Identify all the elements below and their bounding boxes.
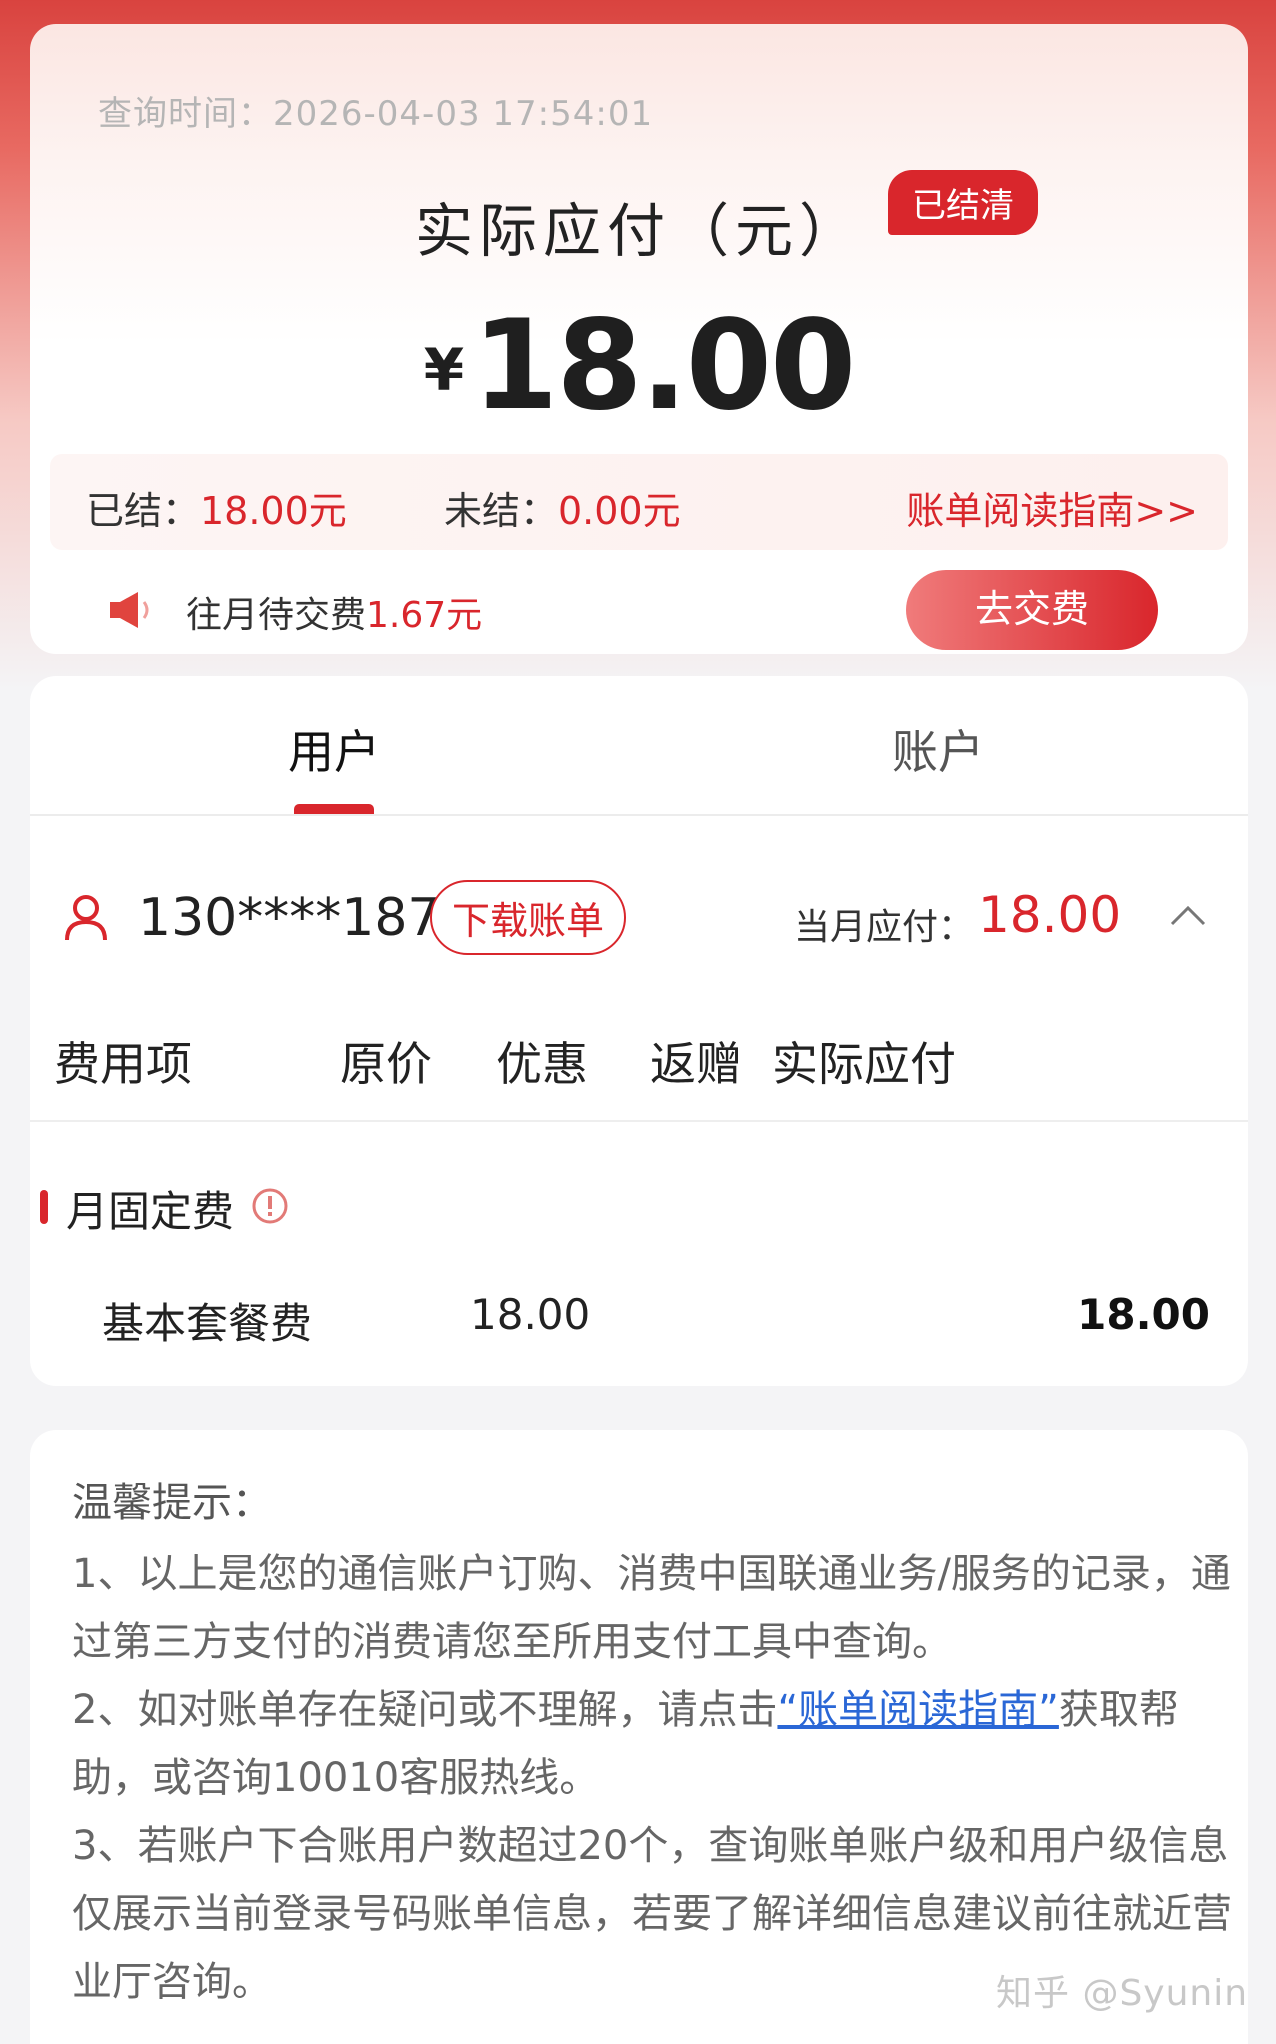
unsettled-value: 0.00元 — [558, 489, 681, 533]
month-due-value: 18.00 — [978, 886, 1122, 944]
col-gift: 返赠 — [650, 1037, 742, 1091]
tip-1: 1、以上是您的通信账户订购、消费中国联通业务/服务的记录，通过第三方支付的消费请… — [72, 1551, 1231, 1665]
active-tab-indicator — [294, 804, 374, 814]
col-actual-pay: 实际应付 — [772, 1037, 956, 1091]
total-amount: ¥18.00 — [30, 294, 1248, 438]
currency-symbol: ¥ — [423, 336, 465, 404]
fee-row-name: 基本套餐费 — [102, 1299, 313, 1348]
query-time: 查询时间：2026-04-03 17:54:01 — [98, 94, 654, 134]
pay-button[interactable]: 去交费 — [906, 570, 1158, 650]
bill-detail-card: 用户 账户 130****1872 下载账单 当月应付： 18.00 费用项 原… — [30, 676, 1248, 1386]
amount-value: 18.00 — [472, 294, 856, 438]
status-badge: 已结清 — [888, 170, 1038, 235]
fee-row-original: 18.00 — [470, 1290, 591, 1339]
tips-card: 温馨提示： 1、以上是您的通信账户订购、消费中国联通业务/服务的记录，通过第三方… — [30, 1430, 1248, 2044]
watermark: 知乎 @Syunin — [996, 1973, 1249, 2014]
bill-guide-link[interactable]: 账单阅读指南>> — [906, 480, 1198, 535]
bill-summary-card: 查询时间：2026-04-03 17:54:01 实际应付（元） 已结清 ¥18… — [30, 24, 1248, 654]
tip-2: 2、如对账单存在疑问或不理解，请点击“账单阅读指南”获取帮助，或咨询10010客… — [72, 1676, 1232, 1812]
month-due-label: 当月应付： — [794, 907, 975, 948]
tab-divider — [30, 814, 1248, 816]
amount-title: 实际应付（元） — [30, 184, 1248, 268]
pending-label: 往月待交费 — [186, 595, 367, 636]
col-original-price: 原价 — [340, 1037, 432, 1091]
info-icon[interactable] — [250, 1186, 290, 1226]
speaker-icon — [110, 592, 149, 628]
table-header-divider — [30, 1120, 1248, 1122]
chevron-up-icon[interactable] — [1166, 896, 1210, 936]
phone-number: 130****1872 — [138, 888, 474, 948]
tips-title: 温馨提示： — [72, 1480, 272, 1526]
unsettled-label: 未结： — [444, 489, 559, 533]
fee-row-actual: 18.00 — [1077, 1290, 1210, 1339]
amount-title-text: 实际应付（元） — [414, 197, 863, 265]
settlement-row: 已结： 18.00元 未结： 0.00元 账单阅读指南>> — [50, 454, 1228, 550]
settled-value: 18.00元 — [200, 489, 347, 533]
col-fee-item: 费用项 — [54, 1037, 192, 1091]
section-title: 月固定费 — [66, 1187, 235, 1236]
col-discount: 优惠 — [496, 1037, 588, 1091]
pending-payment-row: 往月待交费1.67元 去交费 — [50, 564, 1228, 654]
pending-text: 往月待交费1.67元 — [186, 586, 482, 638]
user-icon — [65, 895, 107, 941]
pending-amount: 1.67元 — [366, 595, 483, 636]
settled-label: 已结： — [86, 489, 201, 533]
download-bill-button[interactable]: 下载账单 — [430, 880, 627, 955]
section-marker — [40, 1190, 48, 1224]
tip-2-text-before: 2、如对账单存在疑问或不理解，请点击 — [72, 1687, 778, 1733]
tab-user[interactable]: 用户 — [288, 716, 380, 782]
tab-account[interactable]: 账户 — [892, 716, 984, 782]
tip-guide-link[interactable]: “账单阅读指南” — [777, 1687, 1058, 1733]
